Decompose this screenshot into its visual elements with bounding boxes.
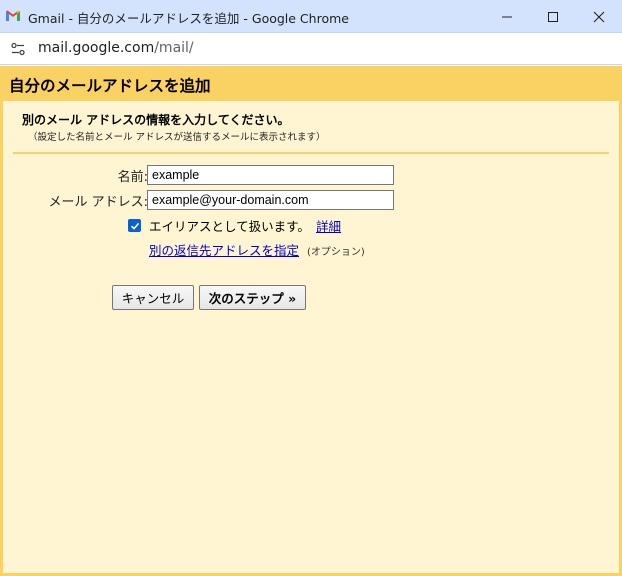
add-email-dialog: 自分のメールアドレスを追加 別のメール アドレスの情報を入力してください。 （設… [0, 66, 622, 576]
address-bar[interactable]: mail.google.com/mail/ [0, 33, 622, 65]
gmail-logo-icon [6, 10, 20, 21]
url-text[interactable]: mail.google.com/mail/ [38, 40, 194, 56]
url-domain: mail.google.com [38, 40, 155, 56]
checkmark-icon [130, 222, 139, 230]
site-info-icon[interactable] [10, 41, 26, 57]
url-path: /mail/ [154, 40, 194, 56]
separator [13, 152, 609, 154]
window-title: Gmail - 自分のメールアドレスを追加 - Google Chrome [28, 11, 349, 26]
browser-titlebar: Gmail - 自分のメールアドレスを追加 - Google Chrome [0, 0, 622, 33]
cancel-button[interactable]: キャンセル [112, 285, 194, 310]
minimize-button[interactable] [484, 0, 530, 33]
name-label: 名前: [117, 170, 148, 185]
optional-note: (オプション) [307, 247, 365, 258]
instruction-text: 別のメール アドレスの情報を入力してください。 [22, 113, 290, 127]
dialog-header: 自分のメールアドレスを追加 [3, 66, 619, 101]
detail-link[interactable]: 詳細 [316, 216, 341, 235]
reply-to-address-link[interactable]: 別の返信先アドレスを指定 [149, 240, 299, 259]
email-label: メール アドレス: [48, 195, 148, 210]
close-window-button[interactable] [576, 0, 622, 33]
next-step-button[interactable]: 次のステップ » [199, 285, 306, 310]
close-icon [593, 11, 605, 22]
minimize-icon [502, 16, 512, 17]
alias-checkbox[interactable] [128, 219, 141, 232]
dialog-title: 自分のメールアドレスを追加 [9, 77, 211, 95]
maximize-button[interactable] [530, 0, 576, 33]
instruction-subnote: （設定した名前とメール アドレスが送信するメールに表示されます） [28, 132, 326, 143]
maximize-icon [548, 11, 558, 22]
email-input[interactable]: example@your-domain.com [147, 190, 394, 210]
name-input[interactable]: example [147, 165, 394, 185]
alias-label: エイリアスとして扱います。 [149, 219, 310, 234]
